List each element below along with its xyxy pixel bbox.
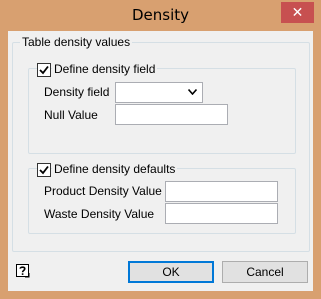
define-density-field-checkbox[interactable] (37, 63, 51, 77)
table-density-legend: Table density values (20, 35, 133, 49)
dialog-window: Density ✕ Table density values Define de… (0, 0, 321, 299)
chevron-down-icon (188, 89, 197, 95)
ok-button[interactable]: OK (128, 261, 214, 283)
window-title: Density (131, 6, 190, 24)
density-field-select[interactable] (115, 82, 203, 103)
define-density-field-label: Define density field (52, 62, 158, 76)
define-density-defaults-checkbox[interactable] (37, 163, 51, 177)
null-value-input[interactable] (115, 104, 228, 125)
define-density-defaults-label: Define density defaults (52, 162, 178, 176)
check-icon (39, 65, 49, 75)
product-density-input[interactable] (165, 181, 278, 202)
cancel-button[interactable]: Cancel (222, 261, 308, 283)
waste-density-label: Waste Density Value (44, 207, 155, 221)
check-icon (39, 165, 49, 175)
null-value-label: Null Value (44, 108, 98, 122)
waste-density-input[interactable] (165, 203, 278, 224)
help-icon[interactable] (16, 264, 30, 278)
product-density-label: Product Density Value (44, 184, 162, 198)
density-field-label: Density field (44, 85, 110, 99)
title-bar[interactable]: Density ✕ (1, 1, 320, 31)
close-button[interactable]: ✕ (281, 2, 314, 23)
dialog-body: Table density values Define density fiel… (8, 31, 313, 291)
close-icon: ✕ (291, 4, 304, 20)
